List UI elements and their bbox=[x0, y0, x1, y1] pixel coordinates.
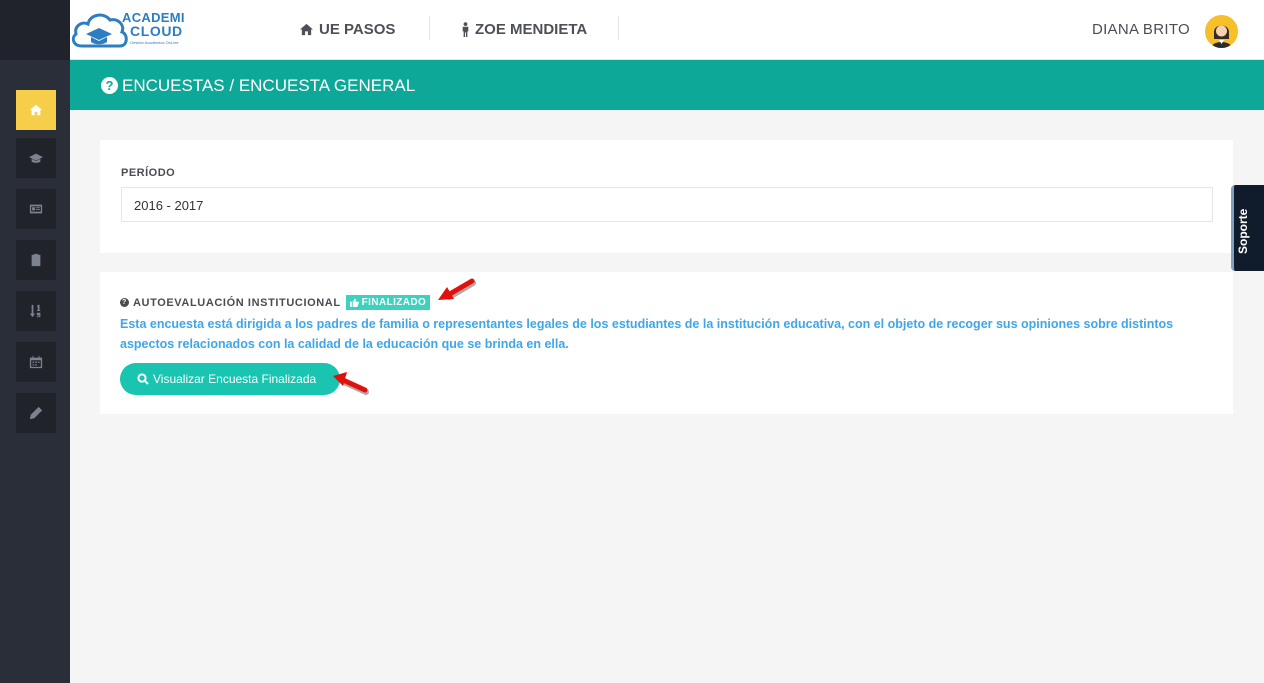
pencil-icon bbox=[29, 406, 43, 420]
logo-tagline: Gestión Académica OnLine bbox=[130, 40, 179, 45]
question-circle-icon: ? bbox=[120, 298, 129, 307]
sidebar-item-courses[interactable] bbox=[16, 138, 56, 178]
survey-card: ? AUTOEVALUACIÓN INSTITUCIONAL FINALIZAD… bbox=[100, 272, 1233, 414]
period-card: PERÍODO 2016 - 2017 bbox=[100, 140, 1233, 253]
view-finished-survey-button[interactable]: Visualizar Encuesta Finalizada bbox=[120, 363, 340, 395]
survey-description: Esta encuesta está dirigida a los padres… bbox=[120, 317, 1174, 351]
period-select[interactable]: 2016 - 2017 bbox=[121, 187, 1213, 222]
calendar-icon bbox=[29, 355, 43, 369]
period-label: PERÍODO bbox=[121, 167, 176, 179]
sidebar-item-records[interactable] bbox=[16, 189, 56, 229]
search-icon bbox=[137, 373, 149, 385]
sidebar-item-edit[interactable] bbox=[16, 393, 56, 433]
nav-institution[interactable]: UE PASOS bbox=[299, 17, 395, 41]
page-title: ENCUESTAS / ENCUESTA GENERAL bbox=[122, 76, 416, 95]
sidebar-item-calendar[interactable] bbox=[16, 342, 56, 382]
clipboard-icon bbox=[31, 253, 41, 267]
nav-divider bbox=[429, 16, 430, 40]
graduation-cap-icon bbox=[29, 153, 43, 163]
nav-student-label: ZOE MENDIETA bbox=[475, 20, 588, 38]
status-badge: FINALIZADO bbox=[345, 295, 431, 310]
person-icon bbox=[462, 21, 469, 37]
survey-header: ? AUTOEVALUACIÓN INSTITUCIONAL FINALIZAD… bbox=[120, 295, 431, 310]
home-icon bbox=[300, 23, 313, 35]
cloud-logo-icon bbox=[71, 13, 128, 48]
nav-divider bbox=[618, 16, 619, 40]
survey-title: AUTOEVALUACIÓN INSTITUCIONAL bbox=[133, 296, 341, 309]
sidebar-item-grades[interactable] bbox=[16, 291, 56, 331]
page-title-bar: ? ENCUESTAS / ENCUESTA GENERAL bbox=[70, 60, 1264, 110]
sidebar-item-tasks[interactable] bbox=[16, 240, 56, 280]
logo-text-cloud: CLOUD bbox=[130, 23, 183, 39]
annotation-arrow-icon bbox=[438, 278, 476, 300]
view-finished-survey-label: Visualizar Encuesta Finalizada bbox=[153, 372, 317, 386]
nav-institution-label: UE PASOS bbox=[319, 20, 396, 38]
app-logo[interactable]: ACADEMI CLOUD Gestión Académica OnLine bbox=[70, 8, 190, 52]
annotation-arrow-icon bbox=[333, 372, 369, 395]
nav-student[interactable]: ZOE MENDIETA bbox=[461, 17, 587, 41]
status-badge-label: FINALIZADO bbox=[361, 297, 427, 308]
support-tab[interactable]: Soporte bbox=[1231, 185, 1264, 271]
sidebar-item-home[interactable] bbox=[16, 90, 56, 130]
sort-numeric-icon bbox=[29, 304, 41, 318]
sidebar bbox=[0, 0, 70, 683]
user-avatar-icon bbox=[1205, 15, 1238, 48]
top-header: ACADEMI CLOUD Gestión Académica OnLine U… bbox=[70, 0, 1264, 60]
question-circle-icon: ? bbox=[101, 77, 118, 94]
id-card-icon bbox=[29, 204, 43, 214]
home-icon bbox=[29, 104, 43, 116]
user-name[interactable]: DIANA BRITO bbox=[1092, 21, 1190, 38]
thumbs-up-icon bbox=[349, 298, 359, 307]
sidebar-top bbox=[0, 0, 70, 60]
avatar[interactable] bbox=[1205, 15, 1238, 48]
support-label: Soporte bbox=[1236, 208, 1250, 254]
